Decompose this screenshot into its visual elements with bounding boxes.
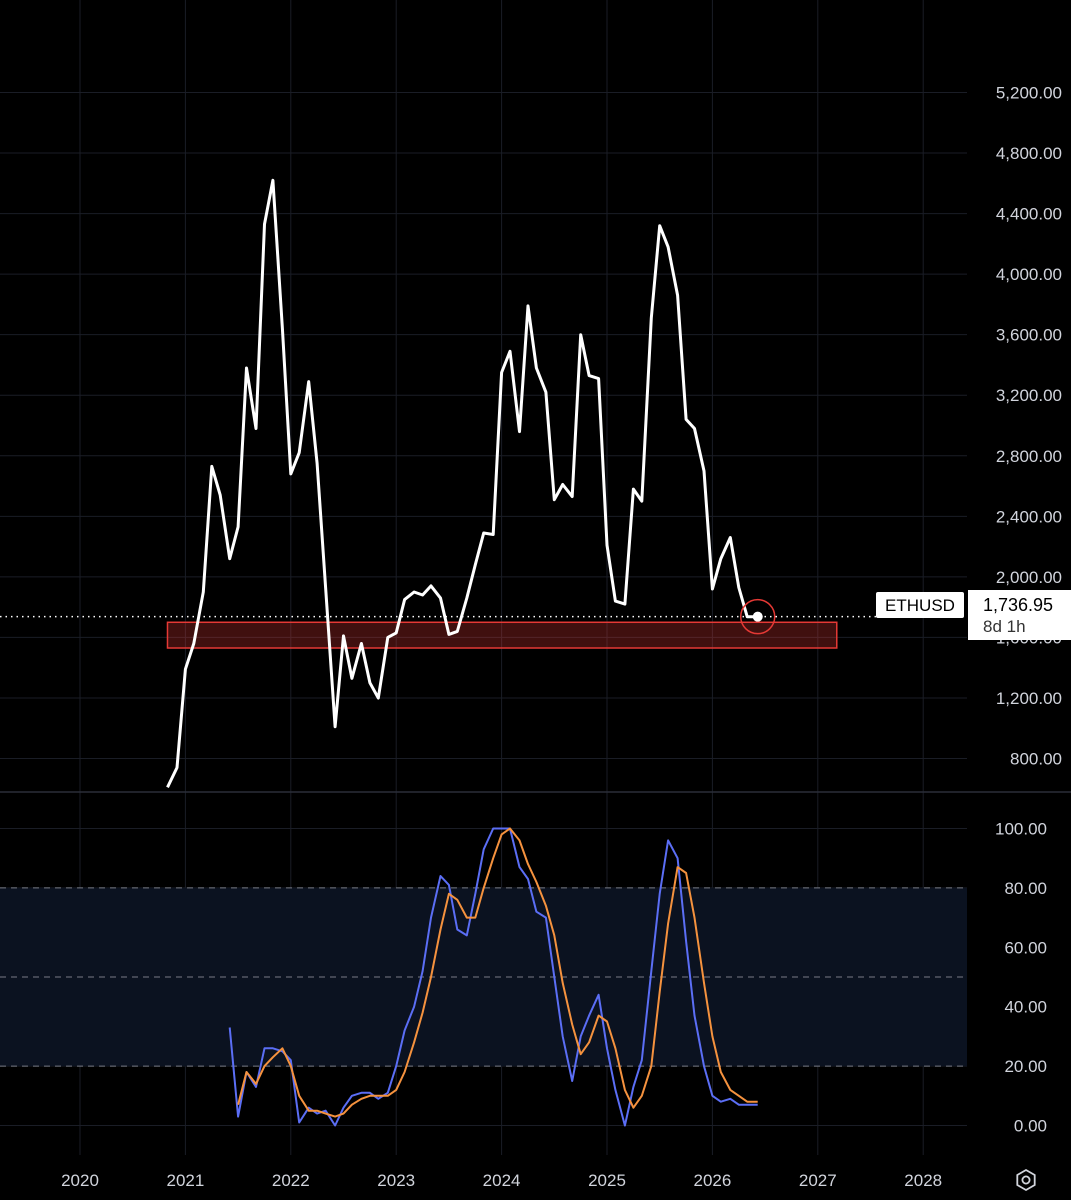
rsi-tick-label: 0.00 [1014, 1117, 1047, 1136]
last-price-value: 1,736.95 [983, 595, 1053, 615]
time-tick-label: 2027 [799, 1171, 837, 1190]
price-tick-label: 3,600.00 [996, 326, 1062, 345]
price-line [166, 178, 758, 788]
last-price-tag: ETHUSD 1,736.95 8d 1h [876, 590, 1071, 640]
time-tick-label: 2028 [904, 1171, 942, 1190]
rsi-tick-label: 80.00 [1004, 879, 1047, 898]
settings-button[interactable] [1012, 1166, 1040, 1194]
time-tick-label: 2021 [166, 1171, 204, 1190]
time-tick-label: 2025 [588, 1171, 626, 1190]
rsi-tick-label: 100.00 [995, 820, 1047, 839]
price-axis: 800.001,200.001,600.002,000.002,400.002,… [996, 84, 1062, 769]
bar-countdown: 8d 1h [983, 617, 1026, 636]
price-tick-label: 1,200.00 [996, 689, 1062, 708]
price-tick-label: 2,000.00 [996, 568, 1062, 587]
price-tick-label: 4,400.00 [996, 205, 1062, 224]
time-tick-label: 2023 [377, 1171, 415, 1190]
price-tick-label: 800.00 [1010, 750, 1062, 769]
price-tick-label: 4,000.00 [996, 265, 1062, 284]
stoch-rsi-band [0, 887, 967, 1067]
gear-icon [1016, 1168, 1036, 1192]
ticker-label: ETHUSD [885, 596, 955, 615]
stoch-rsi-axis: 0.00 20.00 40.00 60.00 80.00 100.00 [995, 820, 1047, 1136]
time-tick-label: 2026 [693, 1171, 731, 1190]
price-tick-label: 5,200.00 [996, 84, 1062, 103]
price-tick-label: 4,800.00 [996, 144, 1062, 163]
rsi-tick-label: 20.00 [1004, 1057, 1047, 1076]
price-tick-label: 2,400.00 [996, 507, 1062, 526]
price-tick-label: 3,200.00 [996, 386, 1062, 405]
time-tick-label: 2024 [483, 1171, 521, 1190]
chart-canvas[interactable]: 800.001,200.001,600.002,000.002,400.002,… [0, 0, 1071, 1200]
support-zone [166, 621, 838, 649]
rsi-tick-label: 40.00 [1004, 998, 1047, 1017]
time-tick-label: 2022 [272, 1171, 310, 1190]
support-zone-rect [166, 621, 838, 649]
time-tick-label: 2020 [61, 1171, 99, 1190]
price-tick-label: 2,800.00 [996, 447, 1062, 466]
last-point-marker [752, 611, 763, 622]
time-axis: 2020 2021 2022 2023 2024 2025 2026 2027 2028 [61, 1171, 942, 1190]
rsi-tick-label: 60.00 [1004, 938, 1047, 957]
